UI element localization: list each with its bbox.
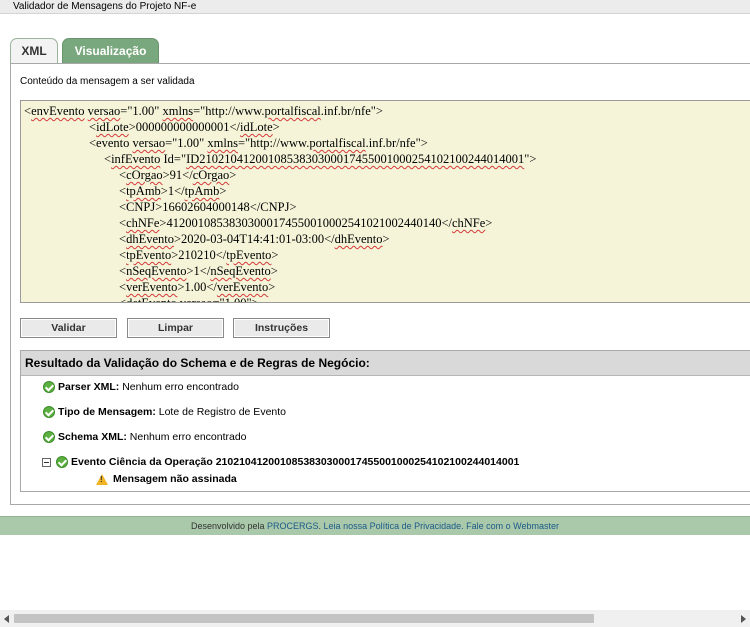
result-item-label: Tipo de Mensagem:	[58, 406, 156, 418]
privacy-link[interactable]: Leia nossa Política de Privacidade.	[324, 521, 464, 531]
validation-result-panel: Resultado da Validação do Schema e de Re…	[20, 350, 750, 492]
xml-viewer[interactable]: <envEvento versao="1.00" xmlns="http://w…	[20, 100, 750, 303]
scroll-right-icon[interactable]	[741, 615, 746, 623]
xml-line: <tpEvento>210210</tpEvento>	[119, 248, 279, 262]
event-label: Evento Ciência da Operação 2102104120010…	[71, 456, 520, 468]
xml-line: <nSeqEvento>1</nSeqEvento>	[119, 264, 278, 278]
result-item-label: Schema XML:	[58, 431, 127, 443]
check-icon	[43, 431, 55, 443]
result-item-value: Nenhum erro encontrado	[122, 381, 239, 393]
scroll-left-icon[interactable]	[4, 615, 9, 623]
result-header: Resultado da Validação do Schema e de Re…	[21, 351, 750, 376]
xml-line: <infEvento Id="ID21021041200108538303000…	[104, 152, 537, 166]
tab-visualizacao[interactable]: Visualização	[62, 38, 159, 64]
tab-xml[interactable]: XML	[10, 38, 58, 64]
check-icon	[43, 406, 55, 418]
result-item-label: Parser XML:	[58, 381, 120, 393]
procergs-link[interactable]: PROCERGS	[267, 521, 319, 531]
webmaster-link[interactable]: Fale com o Webmaster	[466, 521, 559, 531]
warning-label: Mensagem não assinada	[113, 473, 237, 485]
xml-line: <chNFe>412001085383030001745500100025410…	[119, 216, 493, 230]
footer: Desenvolvido pela PROCERGS. Leia nossa P…	[0, 516, 750, 535]
instrucoes-button[interactable]: Instruções	[233, 318, 330, 338]
window-title: Validador de Mensagens do Projeto NF-e	[0, 0, 750, 14]
xml-line: <cOrgao>91</cOrgao>	[119, 168, 237, 182]
collapse-icon[interactable]	[42, 457, 51, 467]
xml-line: <envEvento versao="1.00" xmlns="http://w…	[24, 104, 383, 118]
result-item-warning: Mensagem não assinada	[96, 473, 237, 485]
validar-button[interactable]: Validar	[20, 318, 117, 338]
warning-icon	[96, 473, 108, 485]
result-item-event: Evento Ciência da Operação 2102104120010…	[42, 456, 519, 468]
result-item-value: Nenhum erro encontrado	[129, 431, 247, 443]
xml-line: <verEvento>1.00</verEvento>	[119, 280, 276, 294]
horizontal-scrollbar[interactable]	[0, 610, 750, 627]
scroll-thumb[interactable]	[14, 614, 594, 623]
xml-line: <idLote>000000000000001</idLote>	[89, 120, 280, 134]
result-item-value: Lote de Registro de Evento	[158, 406, 287, 418]
xml-line: <evento versao="1.00" xmlns="http://www.…	[89, 136, 428, 150]
footer-prefix: Desenvolvido pela	[190, 521, 265, 531]
xml-line: <tpAmb>1</tpAmb>	[119, 184, 227, 198]
result-item-schema: Schema XML: Nenhum erro encontrado	[43, 431, 247, 443]
limpar-button[interactable]: Limpar	[127, 318, 224, 338]
xml-line: <dhEvento>2020-03-04T14:41:01-03:00</dhE…	[119, 232, 390, 246]
xml-line: <detEvento versao="1.00">	[119, 296, 259, 303]
content-label: Conteúdo da mensagem a ser validada	[20, 76, 195, 87]
result-item-message-type: Tipo de Mensagem: Lote de Registro de Ev…	[43, 406, 286, 418]
result-item-parser: Parser XML: Nenhum erro encontrado	[43, 381, 239, 393]
check-icon	[56, 456, 68, 468]
check-icon	[43, 381, 55, 393]
xml-line: <CNPJ>16602604000148</CNPJ>	[119, 200, 297, 214]
